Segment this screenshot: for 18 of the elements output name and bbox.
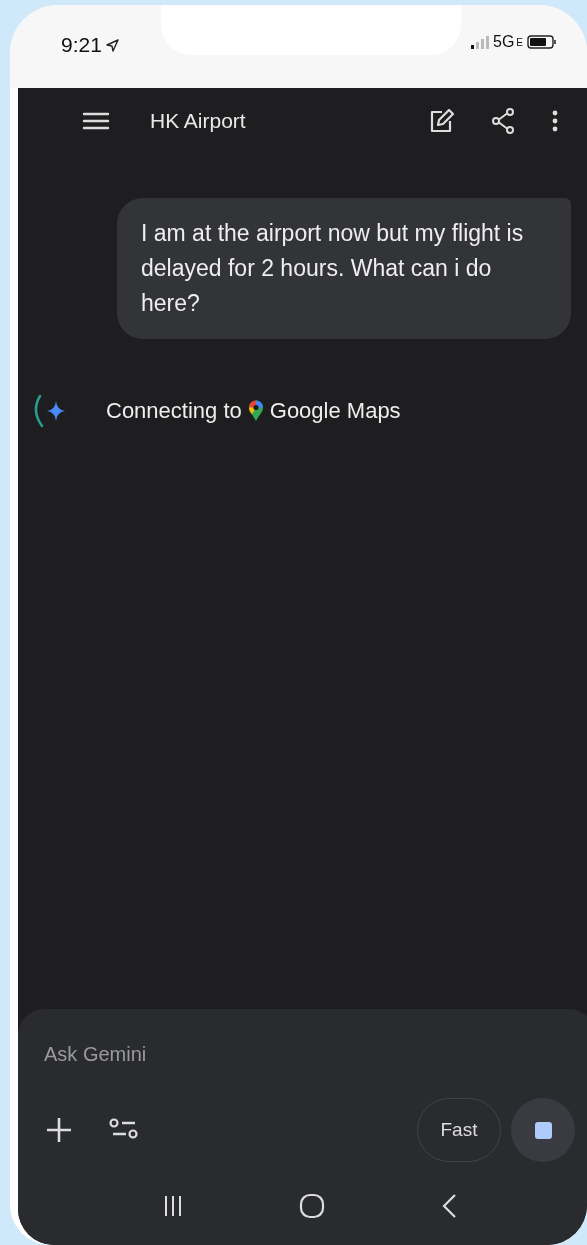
- status-text-end: Google Maps: [269, 398, 401, 424]
- status-text-start: Connecting to: [106, 398, 242, 424]
- more-options-icon[interactable]: [551, 110, 559, 132]
- share-icon[interactable]: [491, 108, 515, 134]
- battery-icon: [527, 35, 557, 49]
- signal-icon: [471, 35, 491, 49]
- map-pin-icon: [247, 400, 264, 422]
- plus-icon[interactable]: [44, 1115, 74, 1145]
- network-suffix: E: [516, 36, 523, 48]
- prompt-input[interactable]: Ask Gemini: [44, 1039, 344, 1070]
- home-icon[interactable]: [299, 1192, 326, 1219]
- network-label: 5G: [493, 33, 515, 51]
- user-message: I am at the airport now but my flight is delayed for 2 hours. What can i do here?: [117, 198, 571, 339]
- edit-icon[interactable]: [429, 109, 455, 133]
- location-arrow-icon: [105, 38, 119, 52]
- menu-icon[interactable]: [82, 111, 110, 131]
- chat-title: HK Airport: [150, 109, 247, 133]
- status-time: 9:21: [61, 33, 102, 57]
